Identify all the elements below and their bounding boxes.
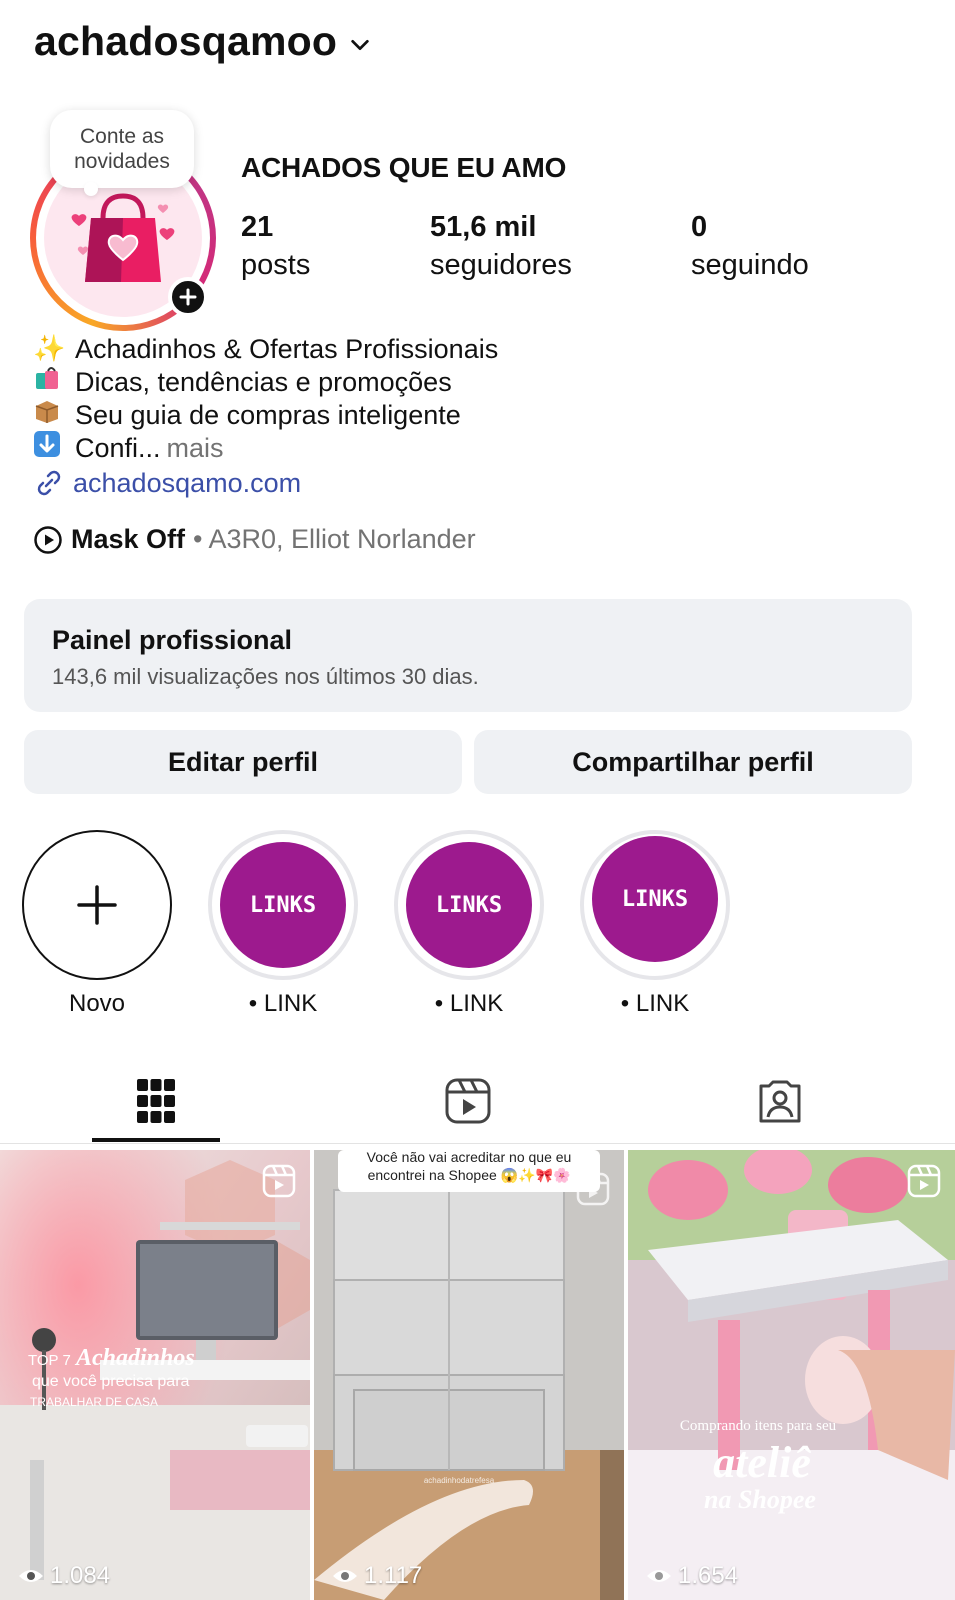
sparkles-icon: ✨ [33,334,66,364]
stat-following[interactable]: 0 seguindo [691,208,809,284]
stat-followers-count: 51,6 mil [430,211,537,243]
view-count: 1.084 [18,1562,110,1590]
stat-followers[interactable]: 51,6 mil seguidores [430,208,572,284]
stat-following-count: 0 [691,211,708,243]
highlight-cover: LINKS [208,830,358,980]
view-count: 1.654 [646,1562,738,1590]
stat-posts[interactable]: 21 posts [241,208,310,284]
bio-more-link[interactable]: mais [167,432,224,465]
bio-text: Achadinhos & Ofertas Profissionais [75,334,499,364]
username[interactable]: achadosqamoo [34,18,337,65]
grid-icon [137,1079,175,1123]
website-link[interactable]: achadosqamo.com [33,467,301,499]
post-tile[interactable]: Você não vai acreditar no que eu encontr… [314,1150,624,1600]
stat-following-label: seguindo [691,249,809,281]
panel-title: Painel profissional [52,625,293,655]
stat-followers-label: seguidores [430,249,572,281]
bio-text: Seu guia de compras inteligente [75,400,461,430]
view-count-text: 1.084 [50,1562,111,1589]
edit-profile-button[interactable]: Editar perfil [24,730,462,794]
post-caption-big: ateliê [713,1438,811,1487]
bio: ✨ Achadinhos & Ofertas Profissionais Dic… [33,333,498,465]
link-icon [37,470,61,496]
post-caption-line: na Shopee [704,1485,816,1514]
view-count: 1.117 [332,1562,422,1590]
highlight-cover: LINKS [580,830,730,980]
post-thumbnail: Você não vai acreditar no que eu encontr… [314,1150,624,1600]
eye-icon [647,1570,671,1582]
post-tile[interactable]: Comprando itens para seu ateliê na Shope… [628,1150,955,1600]
profile-music[interactable]: Mask Off • A3R0, Elliot Norlander [33,524,476,555]
plus-icon [77,885,117,925]
highlight-label: • LINK [434,990,504,1017]
post-tile[interactable]: TOP 7 Achadinhos que você precisa para T… [0,1150,310,1600]
bio-line: Confi... mais [33,430,498,467]
stat-posts-count: 21 [241,211,274,243]
highlight-cover: LINKS [394,830,544,980]
tab-grid[interactable] [92,1058,220,1144]
highlight-new[interactable]: Novo [22,830,172,1018]
highlight-cover-text: LINKS [592,836,718,962]
profile-header: achadosqamoo [34,18,371,65]
highlight-label: Novo [68,990,126,1017]
reel-icon [262,1164,296,1198]
highlight-label: • LINK [620,990,690,1017]
active-tab-indicator [92,1138,220,1142]
share-profile-button[interactable]: Compartilhar perfil [474,730,912,794]
play-circle-icon [34,525,62,554]
tab-tagged[interactable] [716,1058,844,1144]
music-song: Mask Off [71,524,186,554]
view-count-text: 1.654 [678,1562,739,1589]
panel-subtitle: 143,6 mil visualizações nos últimos 30 d… [52,664,479,689]
tagged-person-icon [759,1080,801,1123]
professional-dashboard[interactable]: Painel profissional 143,6 mil visualizaç… [24,599,912,712]
post-caption-small: TOP 7 [28,1352,71,1369]
reel-icon [907,1164,941,1198]
package-icon [33,397,69,434]
note-text: Conte as novidades [74,125,170,173]
view-count-text: 1.117 [364,1562,423,1589]
highlight-cover-text: LINKS [220,842,346,968]
bio-line: Seu guia de compras inteligente [33,399,498,432]
bio-text: Confi... [75,433,161,463]
tab-reels[interactable] [404,1058,532,1144]
highlight-link[interactable]: LINKS • LINK [580,830,730,1018]
bio-text: Dicas, tendências e promoções [75,367,452,397]
website-link-text: achadosqamo.com [73,467,302,498]
plus-icon [179,288,197,306]
post-thumbnail: Comprando itens para seu ateliê na Shope… [628,1150,955,1600]
highlight-cover-text: LINKS [406,842,532,968]
note-bubble[interactable]: Conte as novidades [50,110,194,196]
highlight-link[interactable]: LINKS • LINK [394,830,544,1018]
display-name: ACHADOS QUE EU AMO [241,152,567,183]
music-artist: • A3R0, Elliot Norlander [193,524,476,554]
post-caption-line: que você precisa para [32,1373,190,1390]
post-caption-top: encontrei na Shopee 😱✨🎀🌸 [368,1167,571,1184]
down-arrow-icon [33,430,69,467]
highlight-link[interactable]: LINKS • LINK [208,830,358,1018]
bio-line: Dicas, tendências e promoções [33,366,498,399]
new-highlight-circle [22,830,172,980]
bio-line: ✨ Achadinhos & Ofertas Profissionais [33,333,498,366]
shopping-bags-icon [33,364,69,401]
post-thumbnail: TOP 7 Achadinhos que você precisa para T… [0,1150,310,1600]
eye-icon [19,1570,43,1582]
chevron-down-icon[interactable] [349,34,371,56]
posts-grid: TOP 7 Achadinhos que você precisa para T… [0,1150,955,1600]
add-story-button[interactable] [168,277,208,317]
shopping-bag-icon [71,193,175,282]
post-watermark: achadinhodatrefesa [424,1476,495,1485]
post-caption-top: Você não vai acreditar no que eu [367,1150,572,1165]
stat-posts-label: posts [241,249,311,281]
highlight-label: • LINK [248,990,318,1017]
profile-tabs [0,1058,955,1144]
reel-icon [576,1172,610,1206]
post-caption-small: Comprando itens para seu [680,1418,837,1434]
post-caption-line: TRABALHAR DE CASA [30,1395,158,1409]
reels-icon [445,1078,491,1124]
eye-icon [333,1570,357,1582]
post-caption-big: Achadinhos [74,1345,195,1371]
